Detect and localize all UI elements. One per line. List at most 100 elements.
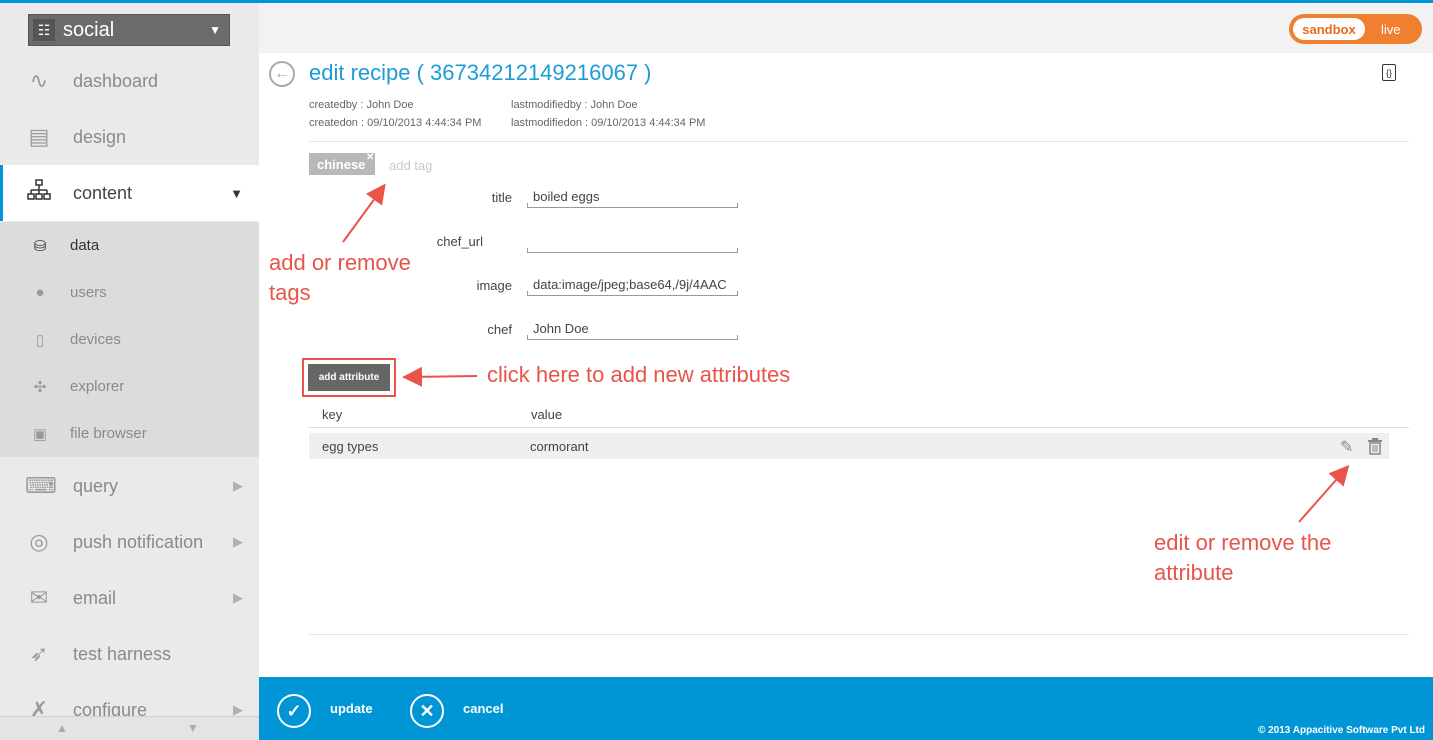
sidebar-item-push-notification[interactable]: ◎ push notification ▶ (0, 514, 259, 570)
device-icon: ▯ (35, 331, 45, 349)
arrow-to-add-attribute (402, 366, 478, 387)
rocket-icon: ➶ (29, 641, 49, 666)
edit-pencil-icon[interactable]: ✎ (1340, 437, 1353, 457)
divider (309, 141, 1409, 142)
attributes-header: key value (309, 400, 1409, 428)
sidebar-item-query[interactable]: ⌨ query ▶ (0, 458, 259, 514)
key-column-header: key (322, 407, 343, 422)
add-tag-input[interactable]: add tag (389, 158, 432, 173)
sidebar-subitem-label: explorer (70, 378, 125, 395)
network-icon: ✣ (33, 378, 47, 396)
field-label-chef-url: chef_url (436, 234, 483, 249)
table-row: egg types cormorant (309, 433, 1389, 459)
broadcast-icon: ◎ (29, 529, 49, 554)
header-strip (259, 3, 1433, 53)
terminal-icon: ⌨ (25, 473, 57, 498)
input-tick-right (737, 291, 738, 295)
sidebar-subitem-label: data (70, 237, 100, 254)
created-by: createdby : John Doe (309, 99, 414, 111)
title-value: boiled eggs (533, 189, 600, 204)
json-view-icon[interactable]: {} (1382, 64, 1396, 81)
sidebar-item-email[interactable]: ✉ email ▶ (0, 570, 259, 626)
sidebar-scroll-bar[interactable]: ▲ ▼ (0, 716, 259, 740)
sidebar-item-label: content (73, 182, 133, 203)
chef-value: John Doe (533, 321, 589, 336)
annotation-tags-text: add or remove tags (269, 250, 411, 305)
sidebar: ☷ social ▼ ∿ dashboard ▤ design content … (0, 3, 259, 740)
pulse-icon: ∿ (29, 68, 49, 93)
image-field[interactable]: data:image/jpeg;base64,/9j/4AAC (527, 274, 738, 296)
sidebar-item-content[interactable]: content ▼ (0, 165, 259, 221)
sidebar-subitem-label: users (70, 284, 107, 301)
remove-tag-icon[interactable]: ✕ (366, 152, 374, 163)
annotation-add-attribute: click here to add new attributes (487, 362, 791, 387)
environment-toggle[interactable]: sandbox live (1289, 14, 1422, 44)
cancel-button[interactable]: cancel (463, 701, 503, 716)
design-icon: ▤ (28, 124, 50, 149)
copyright: © 2013 Appacitive Software Pvt Ltd (1257, 725, 1425, 736)
input-tick-left (527, 248, 528, 252)
title-field[interactable]: boiled eggs (527, 186, 738, 208)
tag-label: chinese (317, 156, 366, 172)
env-live[interactable]: live (1381, 22, 1401, 37)
input-tick-left (527, 335, 528, 339)
tag-chip: chinese ✕ (309, 152, 376, 175)
add-attribute-button[interactable]: add attribute (308, 364, 390, 391)
last-modified-by: lastmodifiedby : John Doe (511, 99, 638, 111)
chevron-right-icon: ▶ (233, 478, 243, 493)
sidebar-subitem-users[interactable]: ● users (0, 269, 259, 316)
sidebar-subitem-explorer[interactable]: ✣ explorer (0, 363, 259, 410)
input-tick-right (737, 248, 738, 252)
page-title: edit recipe ( 36734212149216067 ) (309, 60, 652, 85)
input-tick-left (527, 291, 528, 295)
input-tick-right (737, 203, 738, 207)
file-icon: ▣ (32, 425, 48, 443)
sidebar-item-label: test harness (73, 643, 172, 664)
sidebar-subitem-label: devices (70, 331, 121, 348)
sidebar-item-label: query (73, 475, 119, 496)
sidebar-subitem-file-browser[interactable]: ▣ file browser (0, 410, 259, 457)
update-button[interactable]: update (330, 701, 373, 716)
envelope-icon: ✉ (29, 585, 49, 610)
annotation-tags: add or remove tags (269, 248, 434, 308)
last-modified-on: lastmodifiedon : 09/10/2013 4:44:34 PM (511, 117, 706, 129)
grid-icon: ☷ (33, 19, 55, 41)
caret-down-icon: ▼ (209, 23, 221, 37)
sidebar-item-label: design (73, 126, 127, 147)
attribute-value: cormorant (530, 439, 589, 454)
database-icon: ⛁ (33, 237, 47, 255)
sidebar-item-dashboard[interactable]: ∿ dashboard (0, 53, 259, 109)
value-column-header: value (531, 407, 563, 422)
annotation-edit-attribute: edit or remove the attribute (1154, 530, 1332, 585)
content-subnav: ⛁ data ● users ▯ devices ✣ explorer ▣ fi… (0, 222, 259, 457)
check-icon[interactable]: ✓ (277, 694, 311, 728)
back-arrow-icon[interactable]: ← (269, 61, 295, 87)
sitemap-icon (25, 179, 53, 207)
sidebar-item-label: push notification (73, 531, 204, 552)
sidebar-subitem-devices[interactable]: ▯ devices (0, 316, 259, 363)
scroll-up-icon[interactable]: ▲ (56, 721, 68, 735)
input-tick-left (527, 203, 528, 207)
scroll-down-icon[interactable]: ▼ (187, 721, 199, 735)
arrow-to-tags (342, 183, 386, 243)
chevron-down-icon: ▼ (230, 185, 243, 201)
sidebar-item-label: email (73, 587, 117, 608)
field-label-chef: chef (487, 322, 512, 337)
chef-url-field[interactable] (527, 231, 738, 253)
field-label-title: title (491, 190, 512, 205)
trash-icon[interactable] (1367, 437, 1383, 455)
sidebar-subitem-label: file browser (70, 425, 147, 442)
sidebar-item-label: dashboard (73, 70, 159, 91)
sitemap-icon-svg (27, 179, 51, 200)
env-sandbox[interactable]: sandbox (1293, 18, 1365, 40)
sidebar-item-design[interactable]: ▤ design (0, 109, 259, 165)
sidebar-item-test-harness[interactable]: ➶ test harness (0, 626, 259, 682)
input-tick-right (737, 335, 738, 339)
user-icon: ● (35, 284, 45, 301)
chef-field[interactable]: John Doe (527, 318, 738, 340)
app-selector[interactable]: ☷ social ▼ (28, 14, 230, 46)
close-icon[interactable]: ✕ (410, 694, 444, 728)
arrow-to-edit-attribute (1298, 465, 1350, 523)
sidebar-subitem-data[interactable]: ⛁ data (0, 222, 259, 269)
field-label-image: image (476, 278, 512, 293)
